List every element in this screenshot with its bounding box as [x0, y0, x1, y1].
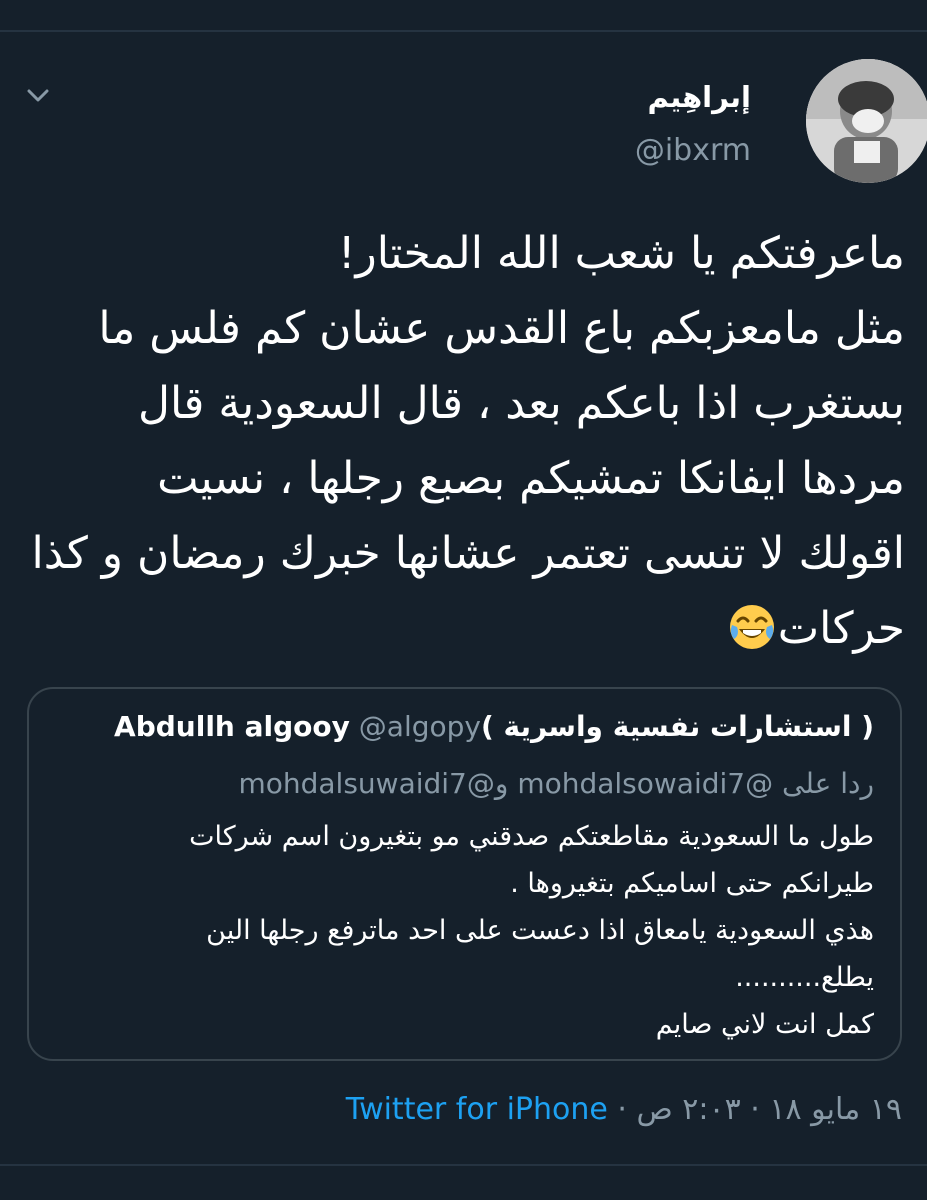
tweet-text-line: حركات: [777, 603, 905, 654]
quoted-author-name: ( استشارات نفسية واسرية )Abdullh algooy: [114, 710, 874, 743]
tweet-text: ماعرفتكم يا شعب الله المختار! مثل مامعزب…: [20, 216, 905, 674]
quoted-text-line: هذي السعودية يامعاق اذا دعست على احد مات…: [206, 915, 874, 946]
avatar[interactable]: [806, 59, 927, 183]
quoted-text-line: يطلع..........: [735, 962, 874, 993]
reply-handle[interactable]: @mohdalsuwaidi7: [238, 767, 494, 800]
separator: ·: [617, 1092, 627, 1127]
face-with-tears-of-joy-icon: [728, 599, 776, 674]
tweet-text-last-line: حركات: [20, 591, 905, 674]
tweet-time: ٢:٠٣ ص: [636, 1092, 741, 1127]
quoted-tweet-text: طول ما السعودية مقاطعتكم صدقني مو بتغيرو…: [44, 813, 874, 1048]
tweet-text-line: مثل مامعزبكم باع القدس عشان كم فلس ما: [98, 303, 905, 354]
reply-and: و: [494, 767, 509, 800]
reply-to-line: ردا على @mohdalsowaidi7 و@mohdalsuwaidi7: [238, 767, 874, 800]
quoted-text-line: كمل انت لاني صايم: [655, 1009, 874, 1040]
separator: ·: [750, 1092, 760, 1127]
quoted-text-line: طول ما السعودية مقاطعتكم صدقني مو بتغيرو…: [189, 821, 874, 852]
quoted-author: ( استشارات نفسية واسرية )Abdullh algooy …: [114, 710, 874, 743]
reply-label: ردا على: [782, 767, 874, 800]
tweet-metadata: Twitter for iPhone · ١٩ مايو ١٨ · ٢:٠٣ ص: [346, 1092, 902, 1127]
quoted-author-handle: @algopy: [358, 710, 481, 743]
tweet-date: ١٩ مايو ١٨: [769, 1092, 902, 1127]
user-handle[interactable]: @ibxrm: [635, 133, 751, 168]
top-divider: [0, 30, 927, 32]
tweet-text-line: اقولك لا تنسى تعتمر عشانها خبرك رمضان و …: [31, 528, 905, 579]
bottom-divider: [0, 1164, 927, 1166]
tweet-text-line: ماعرفتكم يا شعب الله المختار!: [337, 228, 905, 279]
chevron-down-icon[interactable]: [24, 82, 52, 110]
quoted-text-line: طيرانكم حتى اساميكم بتغيروها .: [510, 868, 874, 899]
tweet-text-line: مردها ايفانكا تمشيكم بصبع رجلها ، نسيت: [157, 453, 905, 504]
tweet-detail-screen: إبراهِيم @ibxrm ماعرفتكم يا شعب الله الم…: [0, 0, 927, 1200]
reply-handle[interactable]: @mohdalsowaidi7: [517, 767, 773, 800]
source-link[interactable]: Twitter for iPhone: [346, 1092, 608, 1127]
quoted-tweet[interactable]: ( استشارات نفسية واسرية )Abdullh algooy …: [27, 687, 902, 1061]
tweet-text-line: بستغرب اذا باعكم بعد ، قال السعودية قال: [138, 378, 905, 429]
display-name[interactable]: إبراهِيم: [648, 80, 752, 114]
